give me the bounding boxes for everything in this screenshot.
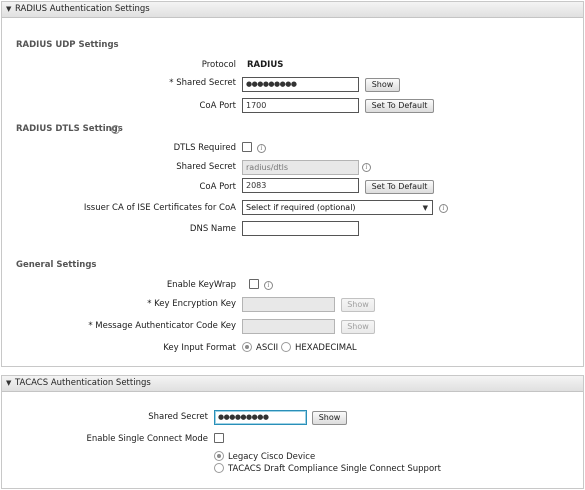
protocol-label: Protocol: [201, 60, 236, 70]
udp-show-button[interactable]: Show: [365, 78, 400, 92]
dtls-shared-secret-label: Shared Secret: [176, 162, 236, 172]
udp-shared-secret-input[interactable]: ●●●●●●●●●: [242, 77, 359, 92]
triangle-down-icon: ▼: [6, 5, 12, 13]
dns-name-label: DNS Name: [189, 224, 236, 234]
udp-coa-port-input[interactable]: 1700: [242, 98, 359, 113]
tacacs-panel-header[interactable]: ▼ TACACS Authentication Settings: [2, 376, 583, 392]
format-hex-label: HEXADECIMAL: [295, 343, 357, 353]
mack-show-button: Show: [341, 320, 375, 334]
info-icon[interactable]: i: [362, 163, 371, 172]
dtls-set-default-button[interactable]: Set To Default: [365, 180, 434, 194]
dtls-required-label: DTLS Required: [173, 143, 236, 153]
tacacs-draft-label: TACACS Draft Compliance Single Connect S…: [228, 464, 441, 474]
mack-input: [242, 319, 335, 334]
info-icon[interactable]: i: [257, 144, 266, 153]
udp-section-title: RADIUS UDP Settings: [16, 40, 119, 50]
kek-input: [242, 297, 335, 312]
tacacs-shared-secret-label: Shared Secret: [148, 412, 208, 422]
key-format-label: Key Input Format: [163, 343, 236, 353]
udp-coa-port-label: CoA Port: [199, 101, 236, 111]
kek-label: * Key Encryption Key: [147, 299, 236, 309]
keywrap-checkbox[interactable]: [249, 279, 259, 289]
dtls-required-checkbox[interactable]: [242, 142, 252, 152]
mack-label: * Message Authenticator Code Key: [88, 321, 236, 331]
chevron-down-icon: ▼: [422, 204, 428, 212]
single-connect-label: Enable Single Connect Mode: [86, 434, 209, 444]
format-hex-radio[interactable]: [281, 342, 291, 352]
tacacs-panel-title: TACACS Authentication Settings: [15, 378, 151, 388]
dtls-section-title-text: RADIUS DTLS Settings: [16, 124, 123, 134]
general-section-title: General Settings: [16, 260, 97, 270]
tacacs-shared-secret-input[interactable]: ●●●●●●●●●: [214, 410, 307, 425]
triangle-down-icon: ▼: [6, 379, 12, 387]
udp-set-default-button[interactable]: Set To Default: [365, 99, 434, 113]
protocol-value: RADIUS: [247, 60, 284, 70]
info-icon[interactable]: i: [111, 125, 120, 134]
legacy-cisco-label: Legacy Cisco Device: [228, 452, 316, 462]
udp-shared-secret-label: * Shared Secret: [169, 78, 236, 88]
tacacs-show-button[interactable]: Show: [312, 411, 347, 425]
issuer-ca-label: Issuer CA of ISE Certificates for CoA: [83, 203, 236, 213]
dtls-section-title: RADIUS DTLS Settings: [16, 124, 123, 134]
issuer-ca-selected-value: Select if required (optional): [246, 203, 356, 212]
dns-name-input[interactable]: [242, 221, 359, 236]
issuer-ca-select[interactable]: Select if required (optional) ▼: [242, 200, 433, 215]
tacacs-draft-radio: [214, 463, 224, 473]
format-ascii-label: ASCII: [256, 343, 279, 353]
info-icon[interactable]: i: [264, 281, 273, 290]
radius-panel-header[interactable]: ▼ RADIUS Authentication Settings: [2, 2, 583, 18]
info-icon[interactable]: i: [439, 204, 448, 213]
keywrap-label: Enable KeyWrap: [166, 280, 236, 290]
dtls-shared-secret-input: radius/dtls: [242, 160, 359, 175]
radius-panel-title: RADIUS Authentication Settings: [15, 4, 150, 14]
format-ascii-radio[interactable]: [242, 342, 252, 352]
dtls-coa-port-label: CoA Port: [199, 182, 236, 192]
legacy-cisco-radio: [214, 451, 224, 461]
dtls-coa-port-input[interactable]: 2083: [242, 178, 359, 193]
single-connect-checkbox[interactable]: [214, 433, 224, 443]
kek-show-button: Show: [341, 298, 375, 312]
